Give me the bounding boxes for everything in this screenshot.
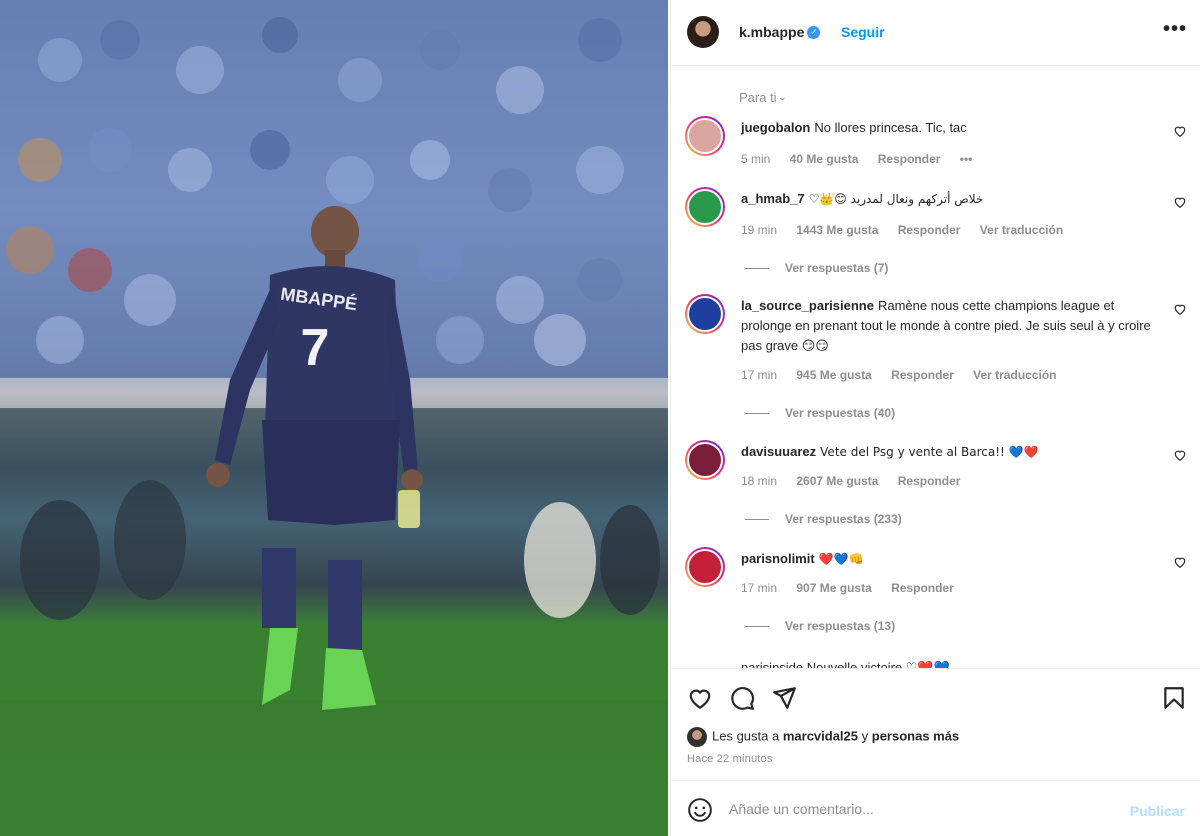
likes-prefix: Les gusta a xyxy=(712,728,780,744)
author-avatar[interactable] xyxy=(687,16,719,48)
comment-text: la_source_parisienne Ramène nous cette ch… xyxy=(741,296,1161,356)
comment-body: ♡👑😊 خلاص أتركهم ونعال لمدريد xyxy=(808,192,984,206)
comment-time: 18 min xyxy=(741,474,778,488)
comment-sort-selector[interactable]: Para ti› xyxy=(739,90,788,105)
likes-more[interactable]: personas más xyxy=(872,728,959,743)
comment-username[interactable]: a_hmab_7 xyxy=(741,191,805,206)
comment-avatar[interactable] xyxy=(685,294,725,334)
like-comment-heart-icon[interactable] xyxy=(1173,124,1187,138)
comment-options-button[interactable]: ••• xyxy=(960,152,973,166)
comment-text: parisnolimit ❤️💙👊 xyxy=(741,549,1161,569)
post-comment-button[interactable]: Publicar xyxy=(1130,803,1185,819)
comment-likes[interactable]: 40 Me gusta xyxy=(790,152,859,166)
chevron-down-icon: › xyxy=(777,97,788,101)
comment-likes[interactable]: 1443 Me gusta xyxy=(796,223,878,237)
liker-username[interactable]: marcvidal25 xyxy=(783,728,858,743)
liker-avatar xyxy=(687,727,707,747)
avatar-image xyxy=(687,189,723,225)
replies-divider xyxy=(745,413,769,415)
like-comment-heart-icon[interactable] xyxy=(1173,195,1187,209)
comment-meta: 18 min 2607 Me gusta Responder xyxy=(741,474,976,488)
replies-label: Ver respuestas (13) xyxy=(785,619,896,633)
comment-meta: 5 min 40 Me gusta Responder ••• xyxy=(741,152,988,166)
comment-username[interactable]: juegobalon xyxy=(741,120,810,135)
avatar-image xyxy=(687,296,723,332)
reply-button[interactable]: Responder xyxy=(891,581,954,595)
like-comment-heart-icon[interactable] xyxy=(1173,555,1187,569)
replies-divider xyxy=(745,626,769,628)
replies-label: Ver respuestas (233) xyxy=(785,512,902,526)
likes-summary[interactable]: Les gusta a marcvidal25 y personas más xyxy=(687,727,959,747)
comment-username[interactable]: davisuuarez xyxy=(741,444,816,459)
comment-likes[interactable]: 2607 Me gusta xyxy=(796,474,878,488)
view-replies-button[interactable]: Ver respuestas (40) xyxy=(745,406,895,420)
bookmark-icon[interactable] xyxy=(1161,685,1187,711)
more-options-button[interactable]: ••• xyxy=(1163,18,1187,41)
comment-text: a_hmab_7 ♡👑😊 خلاص أتركهم ونعال لمدريد xyxy=(741,189,1161,209)
avatar-image xyxy=(687,442,723,478)
post-time: Hace 22 minutos xyxy=(687,753,773,765)
comment-meta: 17 min 907 Me gusta Responder xyxy=(741,581,970,595)
comment-meta: 17 min 945 Me gusta Responder Ver traduc… xyxy=(741,368,1073,382)
comment-time: 5 min xyxy=(741,152,771,166)
emoji-icon[interactable] xyxy=(687,797,713,823)
comment-time: 19 min xyxy=(741,223,778,237)
avatar-image xyxy=(687,549,723,585)
view-replies-button[interactable]: Ver respuestas (7) xyxy=(745,261,888,275)
comment-text: juegobalon No llores princesa. Tic, tac xyxy=(741,118,1161,138)
comment-username[interactable]: parisnolimit xyxy=(741,551,815,566)
replies-label: Ver respuestas (40) xyxy=(785,406,896,420)
post-photo[interactable]: MBAPPÉ 7 xyxy=(0,0,668,836)
avatar-image xyxy=(687,118,723,154)
comment-body: No llores princesa. Tic, tac xyxy=(814,120,967,135)
replies-divider xyxy=(745,519,769,521)
comment-body: Vete del Psg y vente al Barca!! 💙❤️ xyxy=(820,445,1039,459)
author-username[interactable]: k.mbappe ✓ xyxy=(739,24,821,40)
reply-button[interactable]: Responder xyxy=(898,474,961,488)
comment-text: davisuuarez Vete del Psg y vente al Barca… xyxy=(741,442,1161,462)
comment-body: ❤️💙👊 xyxy=(818,552,864,566)
replies-label: Ver respuestas (7) xyxy=(785,261,889,275)
comment-time: 17 min xyxy=(741,581,778,595)
sort-label: Para ti xyxy=(739,90,777,105)
heart-icon[interactable] xyxy=(687,685,713,711)
comment-avatar[interactable] xyxy=(685,547,725,587)
verified-badge-icon: ✓ xyxy=(807,25,821,39)
comment-likes[interactable]: 907 Me gusta xyxy=(796,581,871,595)
partial-comment: parisinside Nouvelle victoire ♡❤️💙 xyxy=(741,660,950,668)
like-comment-heart-icon[interactable] xyxy=(1173,302,1187,316)
like-comment-heart-icon[interactable] xyxy=(1173,448,1187,462)
comment-input[interactable] xyxy=(729,795,1109,823)
comment-avatar[interactable] xyxy=(685,187,725,227)
comment-avatar[interactable] xyxy=(685,116,725,156)
view-replies-button[interactable]: Ver respuestas (233) xyxy=(745,512,902,526)
translate-button[interactable]: Ver traducción xyxy=(973,368,1056,382)
comment-avatar[interactable] xyxy=(685,440,725,480)
post-header: k.mbappe ✓ Seguir ••• xyxy=(671,0,1200,66)
comment-username[interactable]: la_source_parisienne xyxy=(741,298,874,313)
post-panel: k.mbappe ✓ Seguir ••• Para ti› juegobalon… xyxy=(670,0,1200,836)
comment-meta: 19 min 1443 Me gusta Responder Ver tradu… xyxy=(741,223,1079,237)
comment-icon[interactable] xyxy=(729,685,755,711)
comment-time: 17 min xyxy=(741,368,778,382)
photo-illustration: MBAPPÉ 7 xyxy=(0,0,668,836)
author-username-text: k.mbappe xyxy=(739,24,805,40)
translate-button[interactable]: Ver traducción xyxy=(980,223,1063,237)
reply-button[interactable]: Responder xyxy=(898,223,961,237)
follow-button[interactable]: Seguir xyxy=(841,24,885,40)
reply-button[interactable]: Responder xyxy=(878,152,941,166)
comment-likes[interactable]: 945 Me gusta xyxy=(796,368,871,382)
likes-and: y xyxy=(861,728,869,744)
replies-divider xyxy=(745,268,769,270)
view-replies-button[interactable]: Ver respuestas (13) xyxy=(745,619,895,633)
reply-button[interactable]: Responder xyxy=(891,368,954,382)
share-icon[interactable] xyxy=(771,685,797,711)
add-comment-bar: Publicar xyxy=(671,780,1200,836)
post-actions: Les gusta a marcvidal25 y personas más H… xyxy=(671,668,1200,778)
